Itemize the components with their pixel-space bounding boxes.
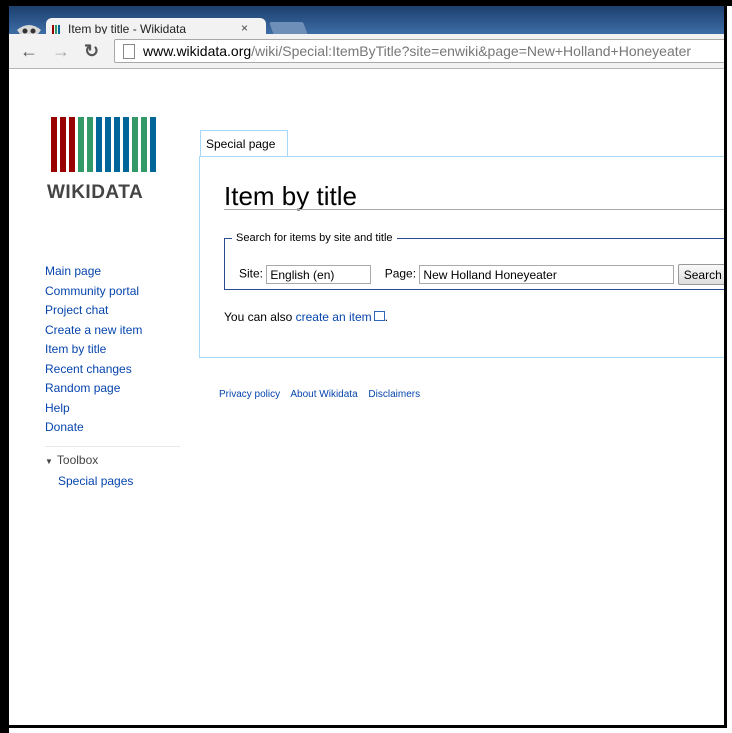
sidebar-item-donate[interactable]: Donate bbox=[45, 418, 180, 438]
logo-bar bbox=[114, 117, 120, 172]
window-edge-top bbox=[0, 0, 732, 6]
sidebar-item-main-page[interactable]: Main page bbox=[45, 262, 180, 282]
logo-bar bbox=[141, 117, 147, 172]
page-input[interactable] bbox=[419, 265, 675, 284]
logo-bar bbox=[123, 117, 129, 172]
sidebar-item-item-by-title[interactable]: Item by title bbox=[45, 340, 180, 360]
wikidata-barcode-icon bbox=[51, 117, 159, 172]
form-legend: Search for items by site and title bbox=[236, 232, 393, 244]
arrow-left-icon[interactable]: ← bbox=[20, 41, 38, 62]
footer-privacy-link[interactable]: Privacy policy bbox=[219, 389, 280, 400]
browser-window: Item by title - Wikidata × ← → ↻ www.wik… bbox=[0, 0, 727, 728]
form-row: Site: Page: Search bbox=[239, 264, 724, 285]
search-button[interactable]: Search bbox=[677, 264, 724, 285]
footer: Privacy policy About Wikidata Disclaimer… bbox=[219, 389, 428, 400]
logo-wordmark: WIKIDATA bbox=[47, 182, 144, 203]
wikidata-logo[interactable]: WIKIDATA bbox=[47, 117, 159, 204]
site-label: Site: bbox=[239, 266, 264, 281]
logo-bar bbox=[78, 117, 84, 172]
logo-bar bbox=[105, 117, 111, 172]
window-edge-left bbox=[0, 0, 9, 733]
site-input[interactable] bbox=[266, 265, 372, 284]
page-label: Page: bbox=[384, 266, 417, 281]
sidebar-item-special-pages[interactable]: Special pages bbox=[58, 472, 180, 492]
footer-disclaimers-link[interactable]: Disclaimers bbox=[368, 389, 420, 400]
sidebar-item-project-chat[interactable]: Project chat bbox=[45, 301, 180, 321]
page-icon bbox=[123, 44, 135, 59]
logo-bar bbox=[150, 117, 156, 172]
logo-bar bbox=[69, 117, 75, 172]
url-path: /wiki/Special:ItemByTitle?site=enwiki&pa… bbox=[251, 43, 692, 59]
logo-bar bbox=[132, 117, 138, 172]
toolbox-label: Toolbox bbox=[56, 452, 99, 467]
main-content: Item by title Search for items by site a… bbox=[199, 156, 724, 358]
hint-text: You can also bbox=[224, 310, 296, 324]
url-text: www.wikidata.org/wiki/Special:ItemByTitl… bbox=[143, 43, 691, 59]
sidebar-item-help[interactable]: Help bbox=[45, 399, 180, 419]
arrow-right-icon[interactable]: → bbox=[52, 41, 70, 62]
url-domain: www.wikidata.org bbox=[143, 43, 252, 59]
create-item-hint: You can also create an item. bbox=[224, 310, 388, 324]
create-item-link[interactable]: create an item bbox=[296, 310, 372, 324]
address-bar[interactable]: www.wikidata.org/wiki/Special:ItemByTitl… bbox=[114, 39, 724, 63]
toolbox-toggle[interactable]: ▼ Toolbox bbox=[45, 453, 180, 472]
logo-bar bbox=[87, 117, 93, 172]
sidebar-item-random-page[interactable]: Random page bbox=[45, 379, 180, 399]
triangle-down-icon: ▼ bbox=[45, 456, 53, 466]
logo-bar bbox=[51, 117, 57, 172]
page-title: Item by title bbox=[224, 181, 357, 211]
title-underline bbox=[224, 209, 724, 210]
sidebar-item-community-portal[interactable]: Community portal bbox=[45, 282, 180, 302]
logo-bar bbox=[96, 117, 102, 172]
logo-bar bbox=[60, 117, 66, 172]
sidebar-divider bbox=[45, 445, 180, 447]
sidebar-item-create-new-item[interactable]: Create a new item bbox=[45, 321, 180, 341]
tab-strip: Item by title - Wikidata × bbox=[0, 6, 724, 40]
footer-about-link[interactable]: About Wikidata bbox=[290, 389, 357, 400]
sidebar: Main page Community portal Project chat … bbox=[45, 262, 180, 491]
tab-close-icon[interactable]: × bbox=[241, 21, 248, 35]
wikidata-favicon-icon bbox=[52, 24, 64, 35]
tab-special-page[interactable]: Special page bbox=[200, 130, 288, 157]
search-form: Search for items by site and title Site:… bbox=[224, 232, 724, 290]
sidebar-item-recent-changes[interactable]: Recent changes bbox=[45, 360, 180, 380]
hint-end: . bbox=[384, 310, 389, 324]
reload-icon[interactable]: ↻ bbox=[84, 41, 99, 62]
browser-toolbar: ← → ↻ www.wikidata.org/wiki/Special:Item… bbox=[0, 34, 724, 69]
external-link-icon bbox=[373, 311, 385, 321]
